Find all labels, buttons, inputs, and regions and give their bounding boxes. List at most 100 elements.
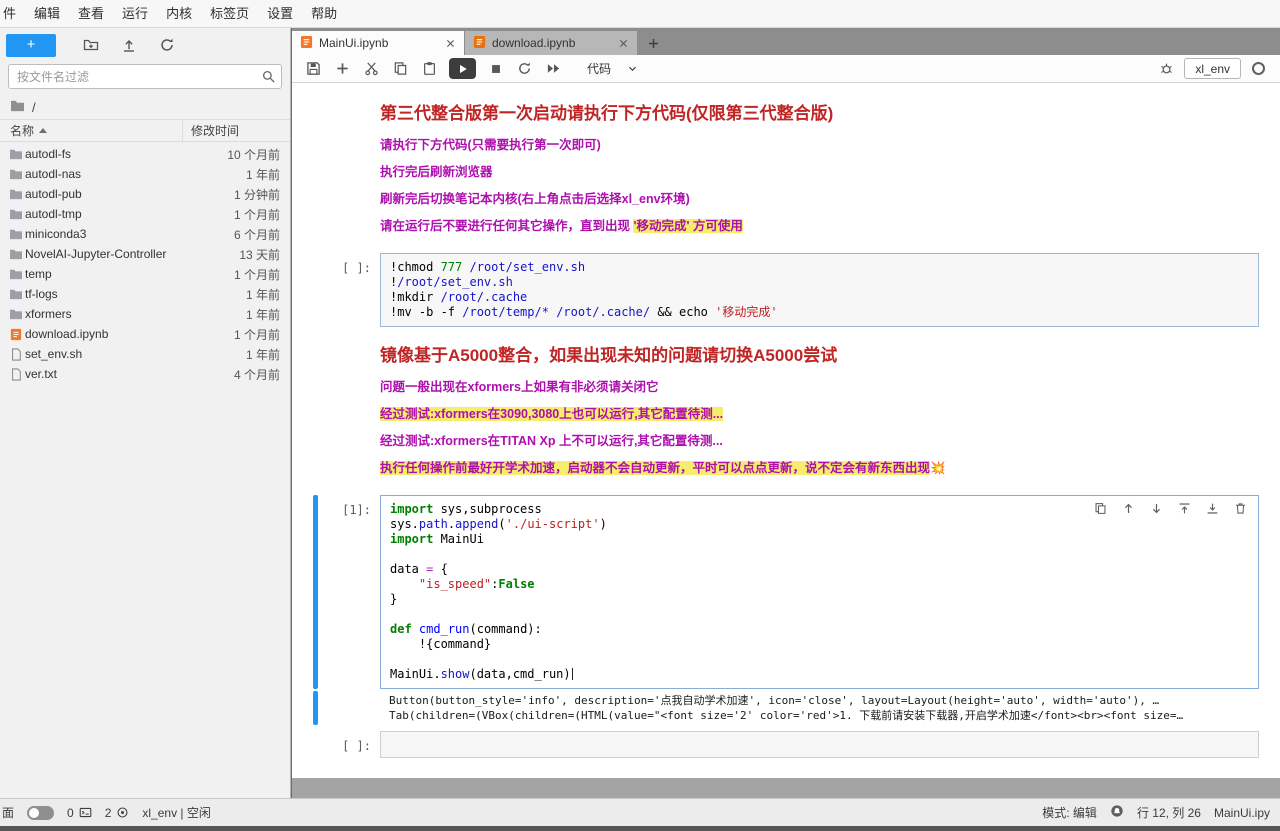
insert-cell-above-icon[interactable] [1176,500,1192,516]
code-line: !{command} [390,637,492,651]
code-cell-2-output[interactable]: Button(button_style='info', description=… [292,691,1280,725]
menu-item[interactable]: 查看 [69,0,113,27]
code-line: "is_speed":False [418,577,535,591]
editor-mode: 模式: 编辑 [1042,806,1097,820]
kernel-status-text[interactable]: xl_env | 空闲 [142,804,210,821]
breadcrumb-root[interactable]: / [32,100,36,115]
refresh-icon[interactable] [148,34,186,56]
duplicate-cell-icon[interactable] [1092,500,1108,516]
close-tab-icon[interactable] [445,38,456,49]
search-input[interactable] [8,64,282,89]
file-row[interactable]: ver.txt 4 个月前 [0,364,290,384]
file-name: xformers [25,307,72,321]
upload-icon[interactable] [110,34,148,56]
simple-interface-label: 面 [2,806,15,820]
markdown-cell-2[interactable]: 镜像基于A5000整合，如果出现未知的问题请切换A5000尝试 问题一般出现在x… [292,335,1280,487]
new-launcher-button[interactable]: + [6,33,56,57]
tab-download-ipynb[interactable]: download.ipynb [465,31,638,55]
file-row[interactable]: autodl-nas 1 年前 [0,164,290,184]
file-row[interactable]: download.ipynb 1 个月前 [0,324,290,344]
column-header-name[interactable]: 名称 [0,122,182,139]
restart-run-all-icon[interactable] [542,58,565,80]
terminals-count[interactable]: 0 [67,806,92,820]
kernel-name-button[interactable]: xl_env [1184,58,1241,79]
stop-kernel-icon[interactable] [484,58,507,80]
menubar: 件编辑 查看 运行 内核 标签页 设置 帮助 [0,0,1280,28]
paste-cell-icon[interactable] [418,58,441,80]
move-cell-up-icon[interactable] [1120,500,1136,516]
window-edge [0,826,1280,831]
file-row[interactable]: xformers 1 年前 [0,304,290,324]
new-tab-button[interactable] [638,31,668,55]
simple-interface-toggle[interactable] [27,805,55,820]
file-row[interactable]: autodl-pub 1 分钟前 [0,184,290,204]
file-row[interactable]: miniconda3 6 个月前 [0,224,290,244]
file-row[interactable]: NovelAI-Jupyter-Controller 13 天前 [0,244,290,264]
file-row[interactable]: autodl-fs 10 个月前 [0,144,290,164]
main-panel: MainUi.ipynb download.ipynb 代码 xl_env 第三… [292,28,1280,798]
add-cell-icon[interactable] [331,58,354,80]
menu-item[interactable]: 帮助 [302,0,346,27]
file-name: tf-logs [25,287,58,301]
menu-item[interactable]: 运行 [113,0,157,27]
home-folder-icon [10,99,25,115]
menu-item[interactable]: 内核 [157,0,201,27]
file-row[interactable]: set_env.sh 1 年前 [0,344,290,364]
breadcrumb[interactable]: / [0,95,290,119]
save-icon[interactable] [302,58,325,80]
copy-cell-icon[interactable] [389,58,412,80]
tab-label: MainUi.ipynb [319,36,389,50]
new-folder-icon[interactable] [72,34,110,56]
restart-kernel-icon[interactable] [513,58,536,80]
code-cell-3[interactable]: [ ]: [292,731,1280,758]
folder-icon [6,148,25,160]
cell-type-dropdown[interactable]: 代码 [579,58,646,79]
markdown-line: 执行任何操作前最好开学术加速，启动器不会自动更新，平时可以点点更新，说不定会有新… [380,461,946,475]
file-row[interactable]: tf-logs 1 年前 [0,284,290,304]
kernel-status-icon[interactable] [1252,62,1265,75]
file-row[interactable]: temp 1 个月前 [0,264,290,284]
file-modified-time: 1 年前 [245,307,280,322]
file-modified-time: 6 个月前 [233,227,280,242]
file-list: autodl-fs 10 个月前 autodl-nas 1 年前 autodl-pub 1… [0,142,290,384]
file-browser-toolbar: + [0,28,290,62]
delete-cell-icon[interactable] [1232,500,1248,516]
execution-prompt: [ ]: [342,261,371,275]
cut-cell-icon[interactable] [360,58,383,80]
code-line: import MainUi [390,532,484,546]
notebook-scroll-area[interactable]: 第三代整合版第一次启动请执行下方代码(仅限第三代整合版) 请执行下方代码(只需要… [292,83,1280,798]
move-cell-down-icon[interactable] [1148,500,1164,516]
file-modified-time: 1 年前 [245,287,280,302]
code-editor-3[interactable] [380,731,1259,758]
markdown-line: 请执行下方代码(只需要执行第一次即可) [380,138,601,152]
code-editor-2[interactable]: import sys,subprocess sys.path.append('./… [380,495,1259,689]
code-cell-2[interactable]: [1]: import sys,subprocess sys.path.appe… [292,495,1280,689]
markdown-line: 请在运行后不要进行任何其它操作，直到出现 '移动完成' 方可使用 [380,219,743,233]
menu-item[interactable]: 标签页 [201,0,258,27]
column-header-modified[interactable]: 修改时间 [182,119,290,142]
file-modified-time: 1 个月前 [233,267,280,282]
file-list-header: 名称 修改时间 [0,119,290,142]
debugger-icon[interactable] [1155,58,1178,80]
menu-item[interactable]: 设置 [258,0,302,27]
cell-toolbar [1092,500,1248,516]
markdown-cell-1[interactable]: 第三代整合版第一次启动请执行下方代码(仅限第三代整合版) 请执行下方代码(只需要… [292,93,1280,245]
run-cell-button[interactable] [449,58,476,79]
menu-item[interactable]: 件 [0,0,25,27]
kernels-count[interactable]: 2 [105,806,130,820]
file-name: autodl-tmp [25,207,82,221]
tab-mainui-ipynb[interactable]: MainUi.ipynb [292,31,465,55]
code-editor-1[interactable]: !chmod 777 /root/set_env.sh !/root/set_en… [380,253,1259,327]
folder-icon [6,168,25,180]
menu-item[interactable]: 编辑 [25,0,69,27]
cursor-position[interactable]: 行 12, 列 26 [1137,804,1201,821]
markdown-heading-2: 镜像基于A5000整合，如果出现未知的问题请切换A5000尝试 [380,346,838,365]
code-cell-1[interactable]: [ ]: !chmod 777 /root/set_env.sh !/root/s… [292,253,1280,327]
file-icon [6,347,25,361]
close-tab-icon[interactable] [618,38,629,49]
insert-cell-below-icon[interactable] [1204,500,1220,516]
file-modified-time: 4 个月前 [233,367,280,382]
file-row[interactable]: autodl-tmp 1 个月前 [0,204,290,224]
notifications-icon[interactable] [1110,804,1124,821]
file-name: NovelAI-Jupyter-Controller [25,247,167,261]
